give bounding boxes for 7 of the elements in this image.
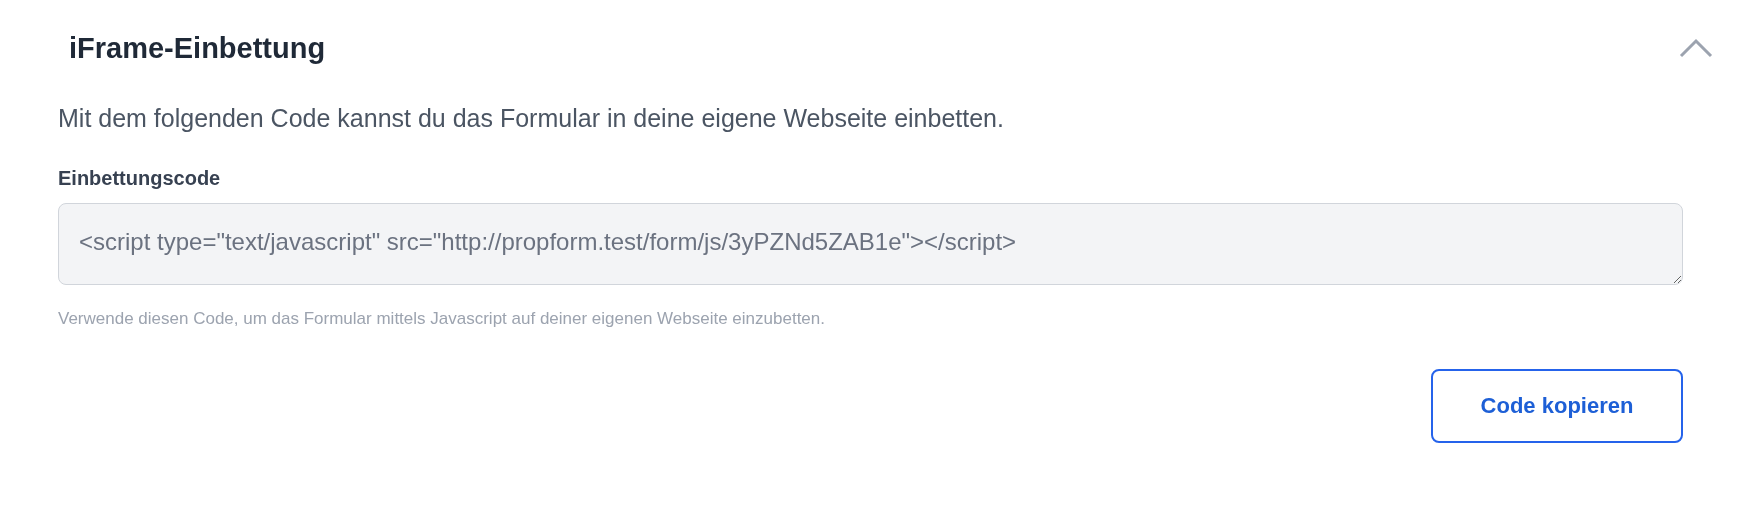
collapse-toggle[interactable] <box>1679 38 1713 58</box>
copy-code-button[interactable]: Code kopieren <box>1431 369 1683 443</box>
section-title: iFrame-Einbettung <box>69 31 326 65</box>
code-field[interactable]: <script type="text/javascript" src="http://propform.test/form/js/3yPZNd5ZAB1e"></script> <box>58 203 1683 285</box>
description-text: Mit dem folgenden Code kannst du das Formular in deine eigene Webseite einbetten. <box>58 104 1005 133</box>
field-label: Einbettungscode <box>58 167 222 190</box>
help-text: Verwende diesen Code, um das Formular mittels Javascript auf deiner eigenen Webseite einzubetten. <box>58 309 826 329</box>
